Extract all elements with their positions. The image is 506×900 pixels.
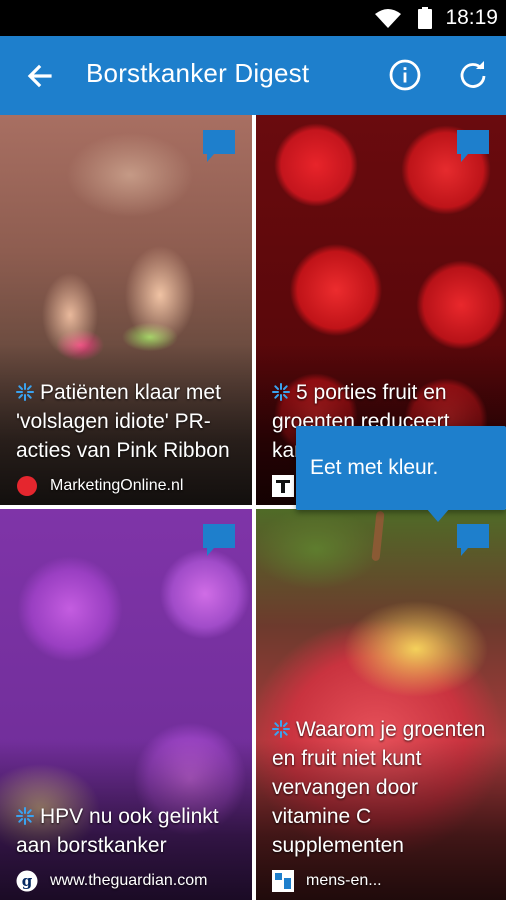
article-card-4[interactable]: Waarom je groenten en fruit niet kunt ve… [256, 509, 506, 900]
comment-bubble-icon[interactable] [200, 127, 238, 165]
article-headline: Waarom je groenten en fruit niet kunt ve… [272, 715, 494, 860]
source-name: MarketingOnline.nl [50, 477, 184, 494]
article-source: mens-en... [272, 870, 382, 892]
source-name: www.theguardian.com [50, 872, 208, 889]
battery-icon [418, 7, 432, 29]
mens-en-logo-icon [272, 870, 294, 892]
sparkle-icon [272, 720, 290, 738]
svg-text:g: g [22, 872, 33, 890]
red-dot-logo-icon [17, 476, 37, 496]
app-bar: Borstkanker Digest [0, 36, 506, 115]
article-source: MarketingOnline.nl [16, 475, 183, 497]
article-headline: Patiënten klaar met 'volslagen idiote' P… [16, 378, 240, 465]
refresh-icon[interactable] [454, 56, 492, 94]
tooltip-text: Eet met kleur. [310, 456, 439, 479]
sparkle-icon [16, 807, 34, 825]
sparkle-icon [272, 383, 290, 401]
wifi-icon [375, 9, 401, 28]
status-time: 18:19 [445, 6, 498, 29]
comment-bubble-icon[interactable] [200, 521, 238, 559]
telegraph-logo-icon [272, 475, 294, 497]
article-headline: HPV nu ook gelinkt aan borstkanker [16, 802, 240, 860]
tooltip-tail [426, 508, 450, 522]
tooltip[interactable]: Eet met kleur. [296, 426, 506, 522]
arrow-left-icon[interactable] [22, 58, 58, 94]
guardian-logo-icon: g [16, 870, 38, 892]
article-card-1[interactable]: Patiënten klaar met 'volslagen idiote' P… [0, 115, 252, 505]
article-card-3[interactable]: HPV nu ook gelinkt aan borstkanker g www… [0, 509, 252, 900]
article-headline-text: Patiënten klaar met 'volslagen idiote' P… [16, 381, 230, 462]
comment-bubble-icon[interactable] [454, 521, 492, 559]
article-source: g www.theguardian.com [16, 870, 207, 892]
status-bar: 18:19 [0, 0, 506, 36]
page-title: Borstkanker Digest [86, 58, 310, 88]
comment-bubble-icon[interactable] [454, 127, 492, 165]
article-headline-text: HPV nu ook gelinkt aan borstkanker [16, 805, 219, 857]
source-name: mens-en... [306, 872, 382, 889]
info-icon[interactable] [386, 56, 424, 94]
article-headline-text: Waarom je groenten en fruit niet kunt ve… [272, 718, 486, 857]
sparkle-icon [16, 383, 34, 401]
